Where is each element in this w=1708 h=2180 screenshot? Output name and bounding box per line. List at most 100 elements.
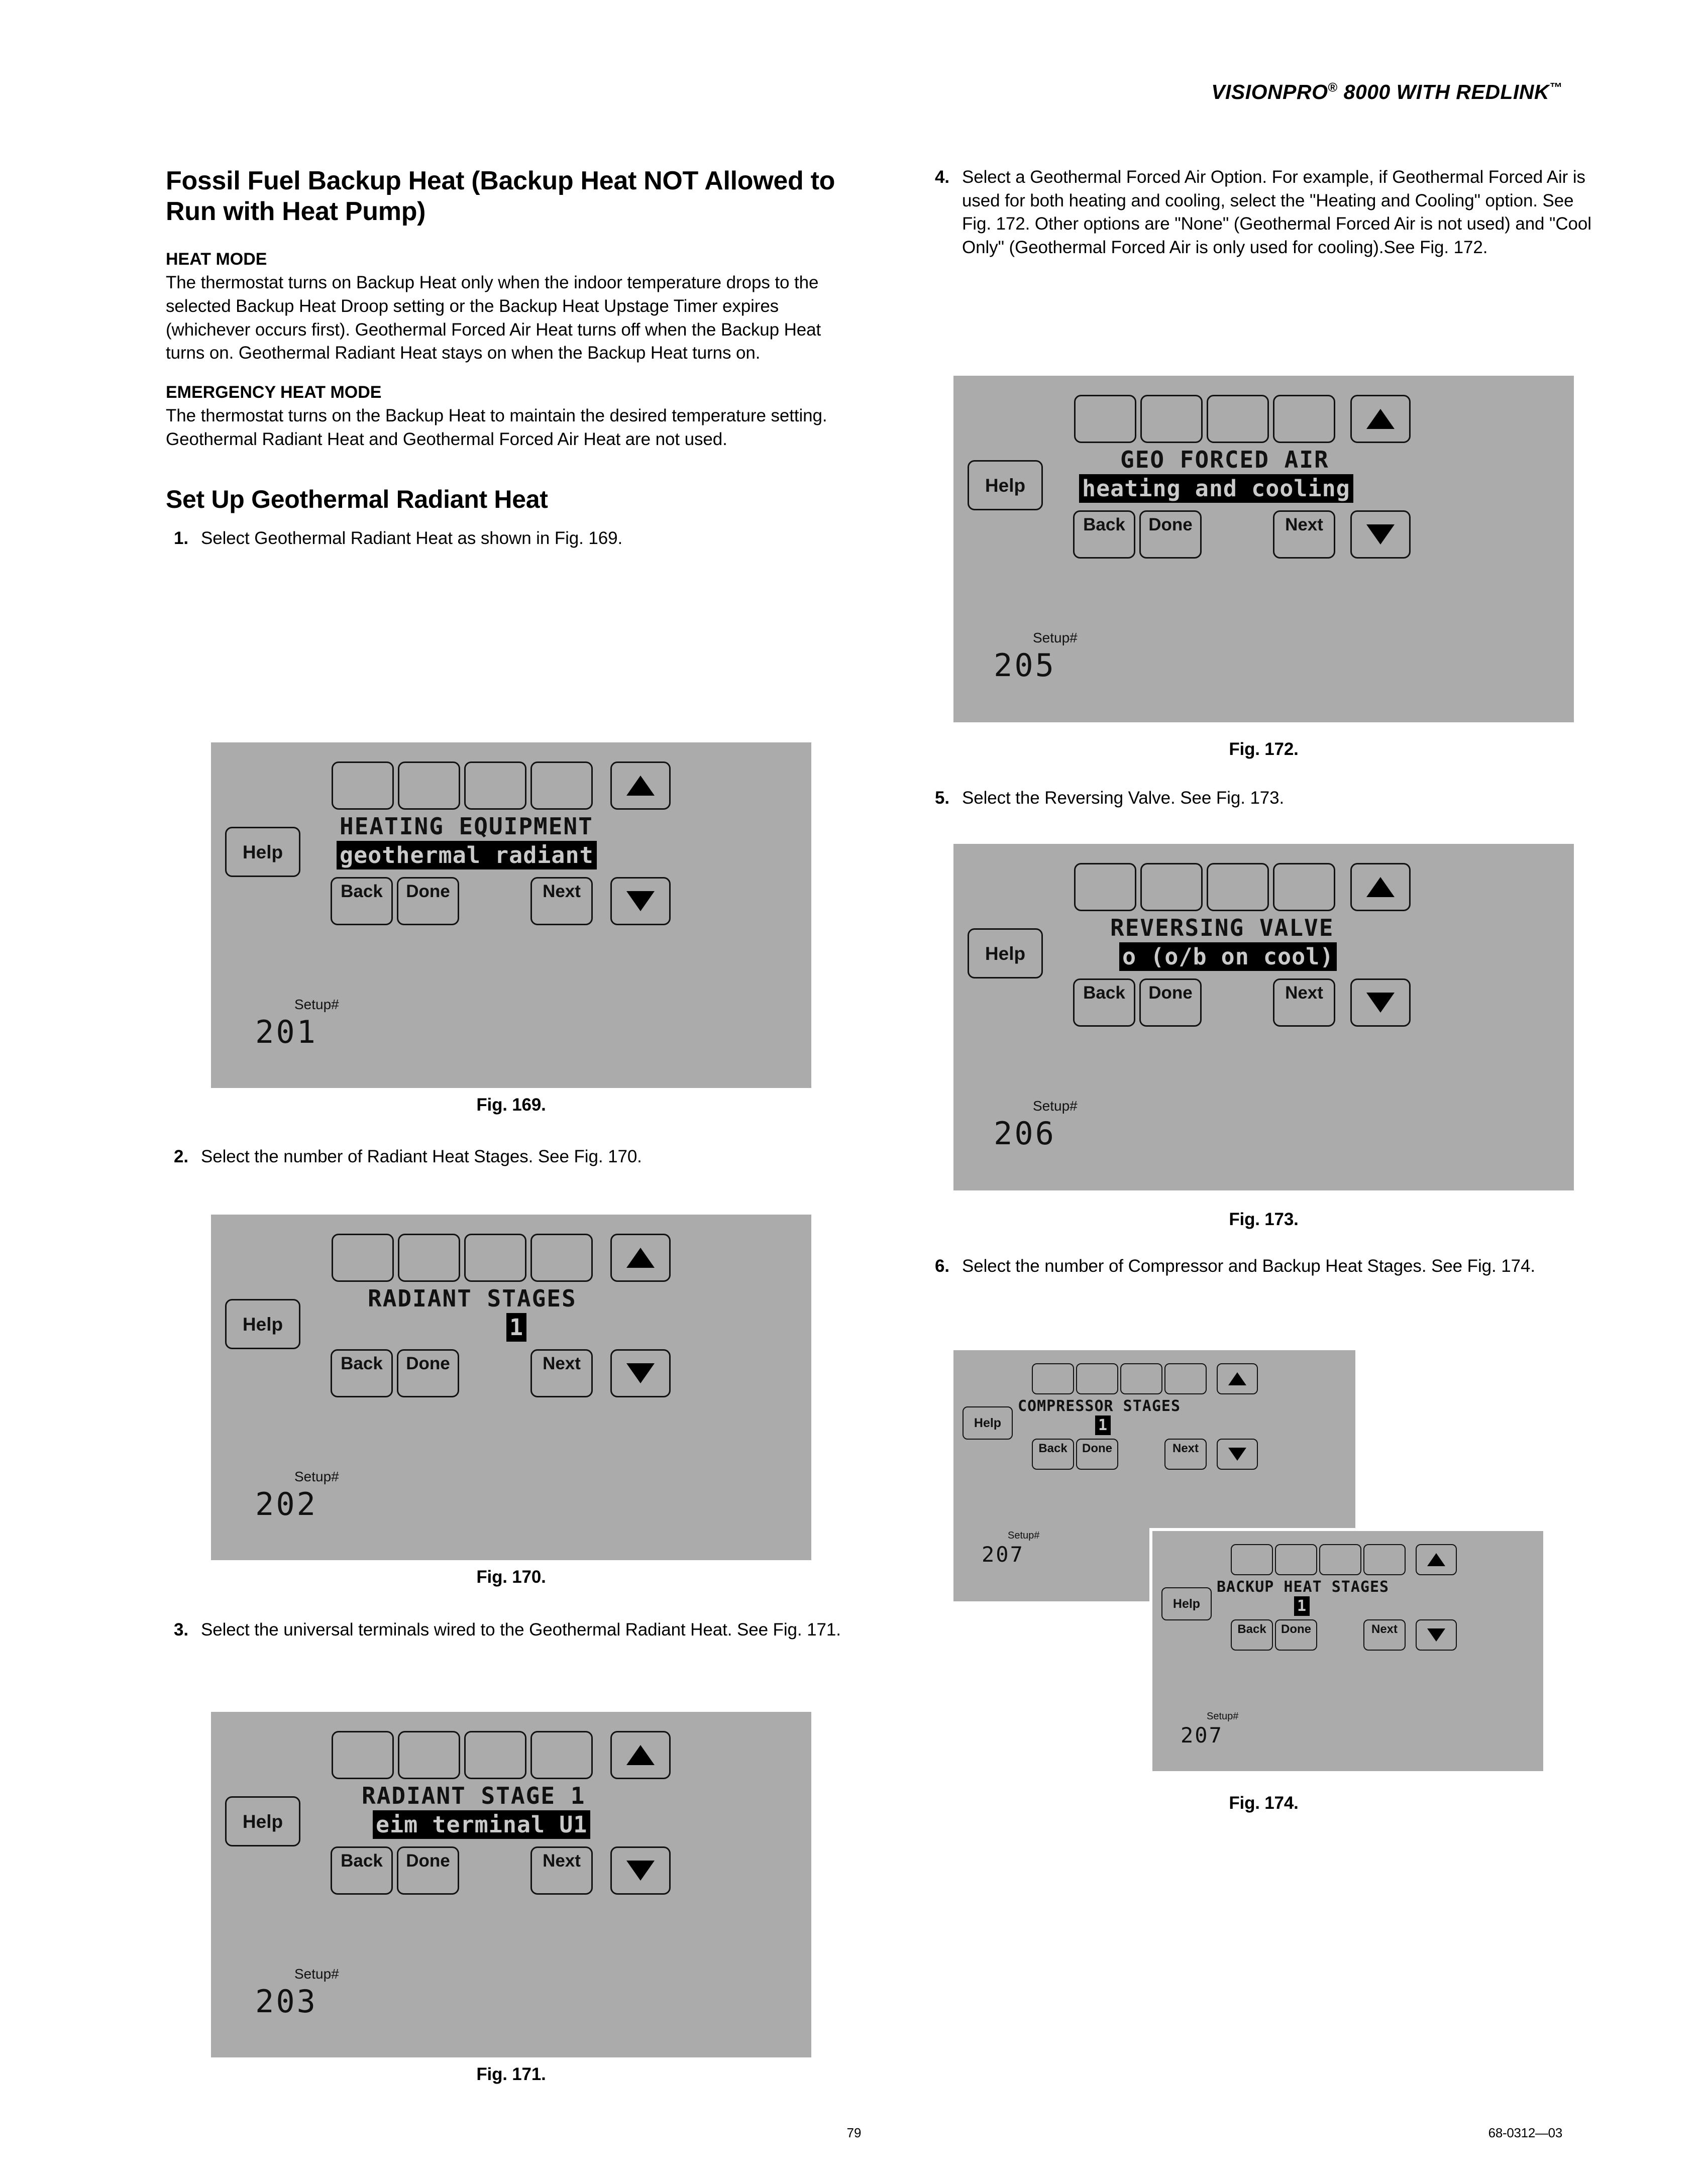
help-button[interactable]: Help [963, 1406, 1013, 1440]
lcd-selected-value[interactable]: heating and cooling [1079, 474, 1353, 503]
done-button[interactable]: Done [1076, 1439, 1118, 1470]
done-button[interactable]: Done [1139, 510, 1202, 559]
back-button[interactable]: Back [331, 1349, 393, 1397]
scroll-up-button[interactable] [610, 1234, 671, 1282]
setup-label: Setup# [1008, 1530, 1040, 1541]
lcd-blank-button-3[interactable] [1207, 863, 1269, 911]
lcd-selected-value[interactable]: 1 [506, 1313, 527, 1342]
chevron-up-icon [1366, 409, 1395, 429]
next-button[interactable]: Next [1273, 510, 1335, 559]
scroll-down-button[interactable] [610, 1846, 671, 1895]
setup-label: Setup# [1033, 1098, 1078, 1114]
lcd-blank-button-4[interactable] [530, 761, 593, 810]
step-number: 3. [174, 1620, 188, 1640]
done-button-label: Done [1082, 1442, 1112, 1455]
lcd-blank-button-1[interactable] [1032, 1363, 1074, 1394]
scroll-up-button[interactable] [1350, 395, 1411, 443]
done-button[interactable]: Done [397, 877, 459, 925]
lcd-blank-button-3[interactable] [1120, 1363, 1162, 1394]
scroll-down-button[interactable] [1217, 1439, 1258, 1470]
chevron-down-icon [626, 891, 655, 911]
lcd-blank-button-1[interactable] [1074, 863, 1136, 911]
back-button[interactable]: Back [331, 877, 393, 925]
scroll-up-button[interactable] [610, 761, 671, 810]
next-button[interactable]: Next [530, 1846, 593, 1895]
lcd-blank-button-3[interactable] [1319, 1544, 1361, 1575]
thermostat-screen-fig171[interactable]: Help RADIANT STAGE 1 eim terminal U1 Bac… [211, 1712, 811, 2057]
thermostat-screen-fig173[interactable]: Help REVERSING VALVE o (o/b on cool) Bac… [953, 844, 1574, 1190]
lcd-blank-button-2[interactable] [398, 1234, 460, 1282]
lcd-blank-button-2[interactable] [1140, 863, 1203, 911]
lcd-blank-button-1[interactable] [332, 1731, 394, 1779]
done-button[interactable]: Done [1139, 978, 1202, 1027]
setup-number: 201 [255, 1014, 317, 1050]
lcd-blank-button-2[interactable] [1275, 1544, 1317, 1575]
emergency-heat-mode-heading: EMERGENCY HEAT MODE [166, 382, 382, 402]
lcd-blank-button-4[interactable] [1164, 1363, 1207, 1394]
back-button[interactable]: Back [1231, 1619, 1273, 1651]
lcd-blank-button-4[interactable] [1273, 395, 1335, 443]
lcd-blank-button-3[interactable] [1207, 395, 1269, 443]
lcd-selected-value[interactable]: 1 [1294, 1596, 1310, 1616]
scroll-down-button[interactable] [1416, 1619, 1457, 1651]
lcd-blank-button-2[interactable] [1140, 395, 1203, 443]
next-button[interactable]: Next [1363, 1619, 1406, 1651]
back-button[interactable]: Back [1073, 510, 1135, 559]
help-button[interactable]: Help [225, 1299, 300, 1349]
done-button[interactable]: Done [397, 1349, 459, 1397]
next-button[interactable]: Next [530, 1349, 593, 1397]
done-button[interactable]: Done [1275, 1619, 1317, 1651]
done-button-label: Done [1281, 1622, 1311, 1636]
back-button[interactable]: Back [1073, 978, 1135, 1027]
scroll-down-button[interactable] [610, 1349, 671, 1397]
lcd-selected-value[interactable]: o (o/b on cool) [1119, 942, 1337, 971]
scroll-up-button[interactable] [1416, 1544, 1457, 1575]
lcd-blank-button-4[interactable] [530, 1731, 593, 1779]
chevron-up-icon [1366, 877, 1395, 897]
lcd-blank-button-3[interactable] [464, 761, 526, 810]
figure-caption-170: Fig. 170. [476, 1567, 546, 1587]
scroll-up-button[interactable] [610, 1731, 671, 1779]
help-button[interactable]: Help [1161, 1587, 1212, 1620]
step-number: 6. [935, 1256, 949, 1276]
lcd-blank-button-2[interactable] [1076, 1363, 1118, 1394]
help-button[interactable]: Help [968, 460, 1043, 510]
setup-label: Setup# [1207, 1711, 1239, 1722]
done-button-label: Done [406, 1851, 450, 1871]
done-button[interactable]: Done [397, 1846, 459, 1895]
lcd-selected-value[interactable]: geothermal radiant [337, 841, 597, 869]
setup-number-group: Setup# 207 [982, 1530, 1039, 1567]
thermostat-screen-fig169[interactable]: Help HEATING EQUIPMENT geothermal radian… [211, 742, 811, 1088]
next-button[interactable]: Next [1164, 1439, 1207, 1470]
lcd-blank-button-4[interactable] [1273, 863, 1335, 911]
lcd-blank-button-4[interactable] [1363, 1544, 1406, 1575]
lcd-blank-button-1[interactable] [1231, 1544, 1273, 1575]
thermostat-screen-fig170[interactable]: Help RADIANT STAGES 1 Back Done Next Set… [211, 1215, 811, 1560]
lcd-blank-button-3[interactable] [464, 1234, 526, 1282]
lcd-selected-value[interactable]: 1 [1095, 1415, 1111, 1435]
scroll-down-button[interactable] [1350, 510, 1411, 559]
lcd-selected-value[interactable]: eim terminal U1 [373, 1810, 591, 1839]
scroll-down-button[interactable] [1350, 978, 1411, 1027]
lcd-blank-button-1[interactable] [332, 1234, 394, 1282]
lcd-blank-button-3[interactable] [464, 1731, 526, 1779]
lcd-blank-button-2[interactable] [398, 761, 460, 810]
lcd-blank-button-1[interactable] [332, 761, 394, 810]
chevron-up-icon [1427, 1553, 1445, 1566]
setup-number: 203 [255, 1983, 317, 2020]
next-button[interactable]: Next [530, 877, 593, 925]
thermostat-screen-fig174-backup-heat[interactable]: Help BACKUP HEAT STAGES 1 Back Done Next… [1149, 1528, 1546, 1774]
thermostat-screen-fig172[interactable]: Help GEO FORCED AIR heating and cooling … [953, 376, 1574, 722]
scroll-up-button[interactable] [1217, 1363, 1258, 1394]
lcd-blank-button-4[interactable] [530, 1234, 593, 1282]
scroll-up-button[interactable] [1350, 863, 1411, 911]
lcd-blank-button-1[interactable] [1074, 395, 1136, 443]
help-button[interactable]: Help [225, 1796, 300, 1846]
scroll-down-button[interactable] [610, 877, 671, 925]
help-button[interactable]: Help [968, 928, 1043, 978]
lcd-blank-button-2[interactable] [398, 1731, 460, 1779]
next-button[interactable]: Next [1273, 978, 1335, 1027]
help-button[interactable]: Help [225, 827, 300, 877]
back-button[interactable]: Back [1032, 1439, 1074, 1470]
back-button[interactable]: Back [331, 1846, 393, 1895]
